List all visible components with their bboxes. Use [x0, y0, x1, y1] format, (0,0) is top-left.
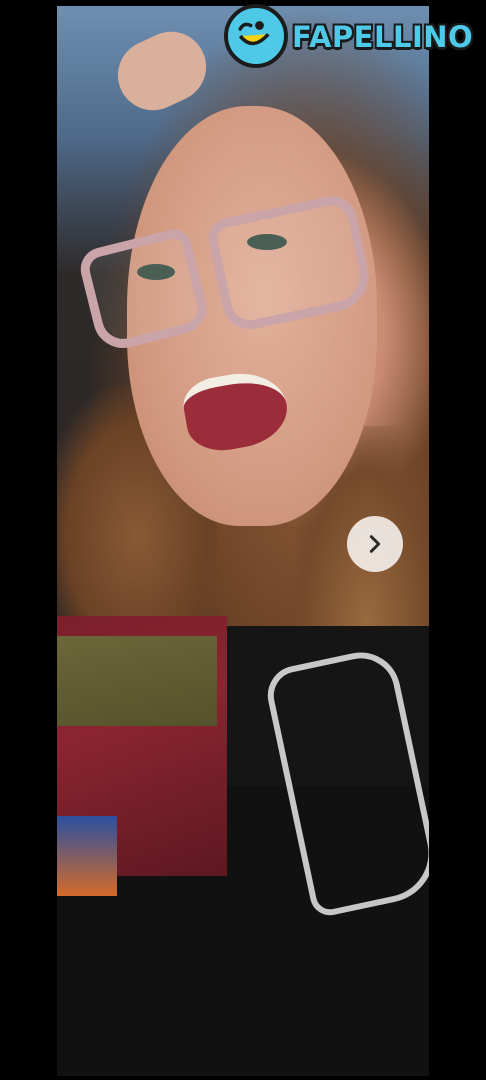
photo-jersey-trim [57, 816, 117, 896]
photo-hand [106, 20, 218, 122]
next-photo-button[interactable] [347, 516, 403, 572]
chevron-right-icon [369, 535, 381, 553]
smiley-face-icon [224, 4, 288, 68]
photo-jersey-stripe [57, 636, 217, 726]
site-logo[interactable]: FAPELLINO [224, 4, 474, 74]
logo-text: FAPELLINO [292, 20, 474, 54]
